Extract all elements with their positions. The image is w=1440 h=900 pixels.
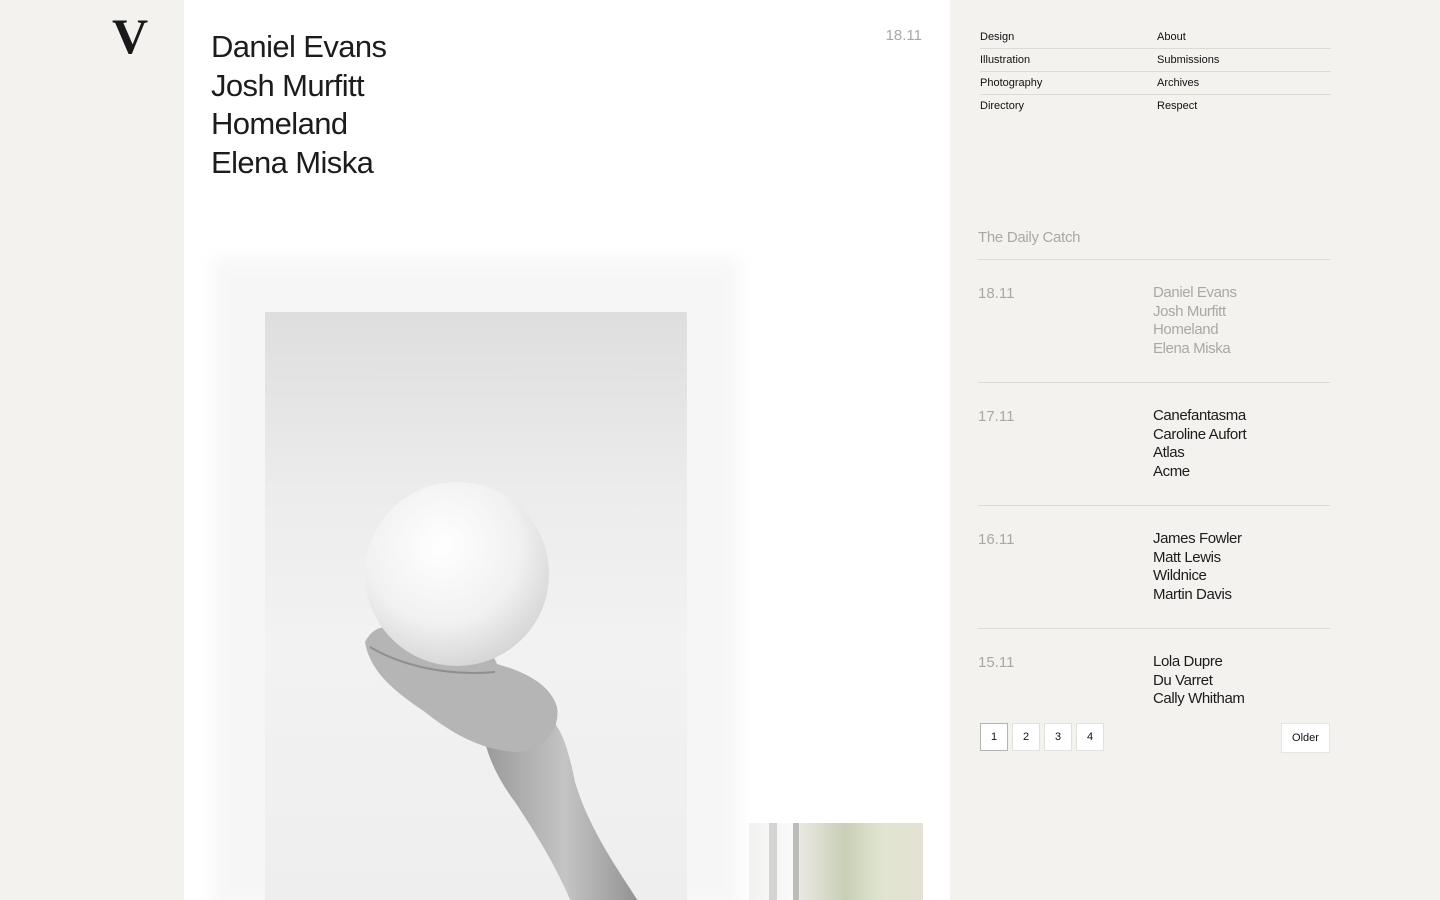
entry-name: Canefantasma: [1153, 407, 1246, 424]
post-title-item[interactable]: Elena Miska: [211, 144, 386, 183]
entry-name: Daniel Evans: [1153, 284, 1237, 301]
nav-link-archives[interactable]: Archives: [1157, 72, 1331, 95]
daily-catch-list: 18.11 Daniel Evans Josh Murfitt Homeland…: [978, 260, 1330, 708]
entry-name: James Fowler: [1153, 530, 1242, 547]
nav-link-design[interactable]: Design: [980, 26, 1157, 49]
entry-names: Lola Dupre Du Varret Cally Whitham: [1153, 653, 1245, 708]
entry-name: Lola Dupre: [1153, 653, 1223, 670]
entry-names: Canefantasma Caroline Aufort Atlas Acme: [1153, 407, 1247, 481]
sidebar: Design About Illustration Submissions Ph…: [950, 0, 1440, 900]
entry-name: Acme: [1153, 462, 1190, 480]
entry-name: Atlas: [1153, 444, 1185, 461]
nav-link-illustration[interactable]: Illustration: [980, 49, 1157, 72]
nav-link-directory[interactable]: Directory: [980, 95, 1157, 117]
entry-name: Matt Lewis: [1153, 548, 1221, 566]
window-frame: [769, 823, 777, 900]
entry-name: Homeland: [1153, 321, 1219, 338]
page-button-3[interactable]: 3: [1044, 723, 1072, 751]
window-frame: [793, 823, 799, 900]
entry-date: 15.11: [978, 654, 1015, 671]
daily-entry[interactable]: 15.11 Lola Dupre Du Varret Cally Whitham: [978, 629, 1330, 708]
entry-name: Caroline Aufort: [1153, 425, 1247, 443]
entry-name: Cally Whitham: [1153, 690, 1245, 707]
entry-name: Martin Davis: [1153, 585, 1232, 603]
nav-link-photography[interactable]: Photography: [980, 72, 1157, 95]
featured-photo[interactable]: [265, 312, 687, 900]
post-title-list: Daniel Evans Josh Murfitt Homeland Elena…: [211, 28, 387, 183]
post-title-item[interactable]: Josh Murfitt: [211, 67, 386, 106]
page-button-1[interactable]: 1: [980, 723, 1008, 751]
entry-name: Josh Murfitt: [1153, 302, 1226, 320]
entry-name: Elena Miska: [1153, 339, 1231, 357]
page: V 18.11 Daniel Evans Josh Murfitt Homela…: [0, 0, 1440, 900]
nav-link-about[interactable]: About: [1157, 26, 1331, 49]
entry-name: Du Varret: [1153, 671, 1213, 689]
main-content: 18.11 Daniel Evans Josh Murfitt Homeland…: [184, 0, 950, 900]
daily-entry[interactable]: 17.11 Canefantasma Caroline Aufort Atlas…: [978, 383, 1330, 506]
nav-link-submissions[interactable]: Submissions: [1157, 49, 1331, 72]
post-title-item[interactable]: Daniel Evans: [211, 28, 387, 67]
entry-date: 16.11: [978, 531, 1015, 548]
pagination: 1 2 3 4: [980, 723, 1104, 751]
entry-name: Wildnice: [1153, 567, 1207, 584]
main-nav: Design About Illustration Submissions Ph…: [980, 26, 1331, 117]
daily-catch-heading: The Daily Catch: [978, 229, 1081, 246]
site-logo[interactable]: V: [112, 6, 148, 66]
page-button-4[interactable]: 4: [1076, 723, 1104, 751]
daily-entry[interactable]: 16.11 James Fowler Matt Lewis Wildnice M…: [978, 506, 1330, 629]
post-date[interactable]: 18.11: [886, 27, 922, 44]
entry-date: 18.11: [978, 285, 1015, 302]
secondary-photo[interactable]: [749, 823, 923, 900]
hand-holding-sphere-image: [365, 482, 638, 900]
post-title-item[interactable]: Homeland: [211, 105, 386, 144]
nav-link-respect[interactable]: Respect: [1157, 95, 1331, 117]
daily-entry[interactable]: 18.11 Daniel Evans Josh Murfitt Homeland…: [978, 260, 1330, 383]
entry-date: 17.11: [978, 408, 1015, 425]
entry-names: Daniel Evans Josh Murfitt Homeland Elena…: [1153, 284, 1237, 358]
page-button-2[interactable]: 2: [1012, 723, 1040, 751]
older-button[interactable]: Older: [1281, 723, 1330, 753]
entry-names: James Fowler Matt Lewis Wildnice Martin …: [1153, 530, 1242, 604]
